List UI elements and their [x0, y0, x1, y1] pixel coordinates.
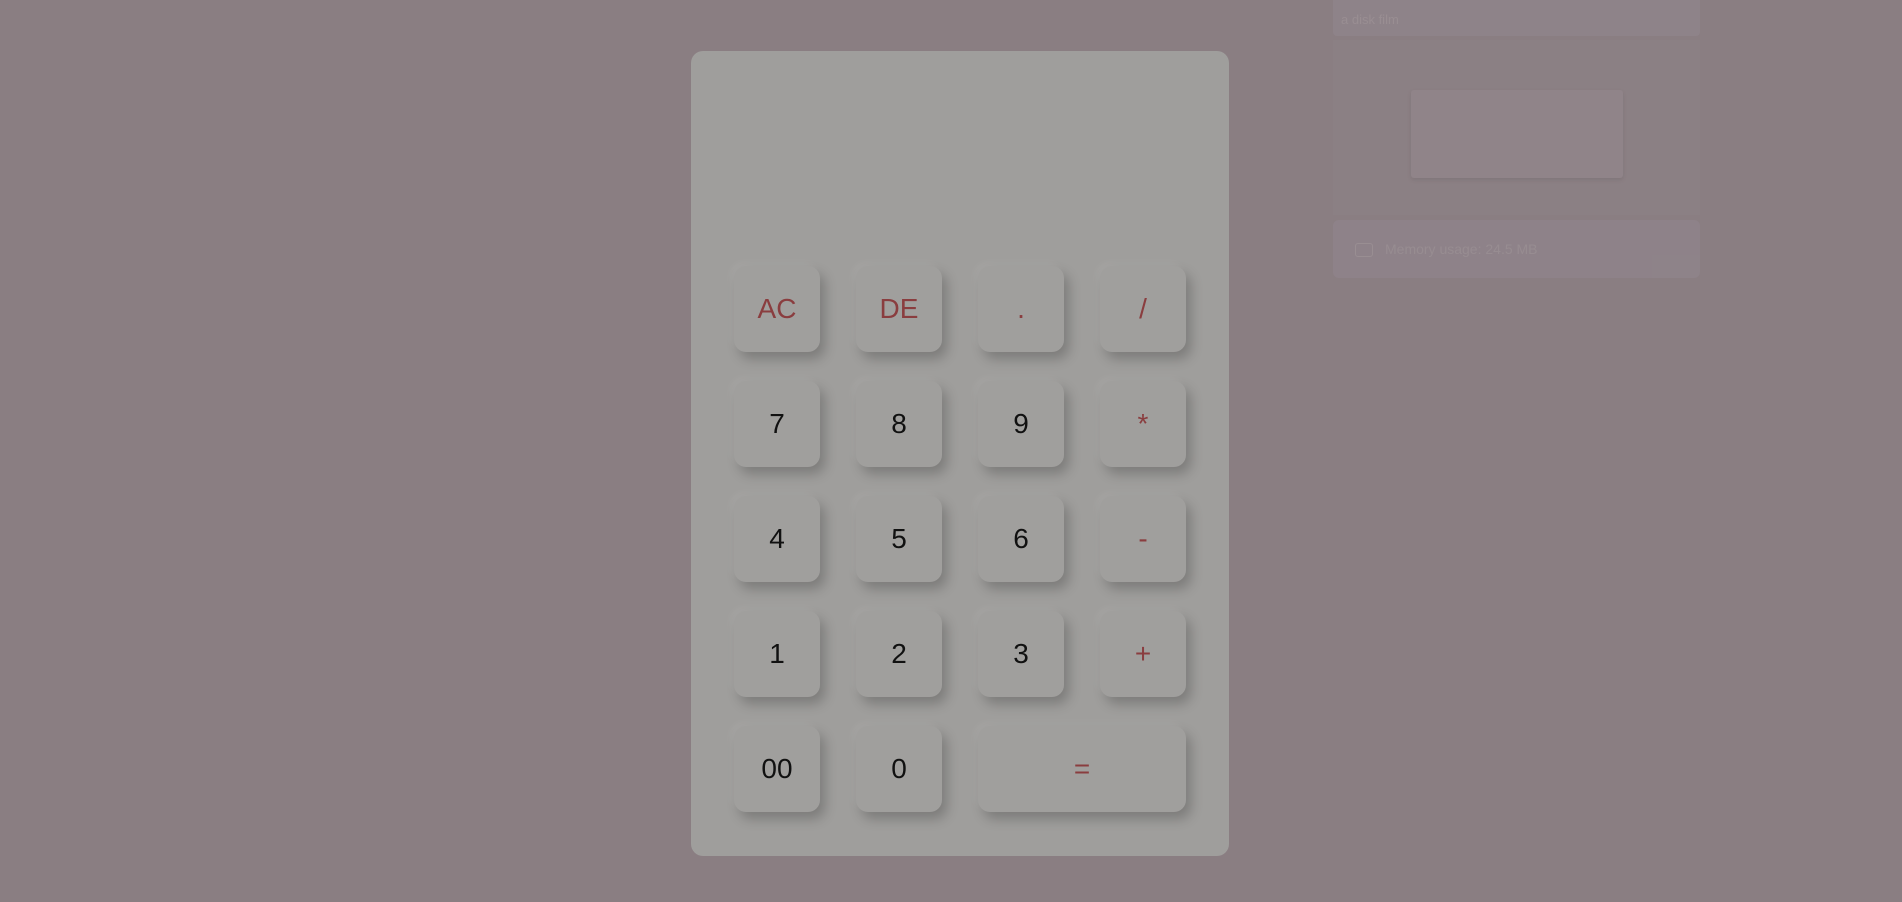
- subtract-button[interactable]: -: [1100, 496, 1186, 582]
- digit-5-button[interactable]: 5: [856, 496, 942, 582]
- equals-button[interactable]: =: [978, 726, 1186, 812]
- clear-all-button[interactable]: AC: [734, 266, 820, 352]
- digit-9-button[interactable]: 9: [978, 381, 1064, 467]
- memory-usage-text: Memory usage: 24.5 MB: [1385, 241, 1538, 257]
- background-panel-card: [1411, 90, 1623, 178]
- delete-button[interactable]: DE: [856, 266, 942, 352]
- background-panel-body: [1333, 40, 1700, 215]
- background-panel-header-text: a disk film: [1341, 12, 1399, 27]
- digit-0-button[interactable]: 0: [856, 726, 942, 812]
- decimal-button[interactable]: .: [978, 266, 1064, 352]
- digit-3-button[interactable]: 3: [978, 611, 1064, 697]
- multiply-button[interactable]: *: [1100, 381, 1186, 467]
- memory-icon: [1355, 243, 1373, 257]
- digit-2-button[interactable]: 2: [856, 611, 942, 697]
- digit-8-button[interactable]: 8: [856, 381, 942, 467]
- background-panel: a disk film Memory usage: 24.5 MB: [1333, 0, 1700, 280]
- add-button[interactable]: +: [1100, 611, 1186, 697]
- digit-7-button[interactable]: 7: [734, 381, 820, 467]
- double-zero-button[interactable]: 00: [734, 726, 820, 812]
- digit-1-button[interactable]: 1: [734, 611, 820, 697]
- background-panel-header: a disk film: [1333, 0, 1700, 36]
- calculator-display: [691, 51, 1229, 251]
- background-panel-footer: Memory usage: 24.5 MB: [1333, 220, 1700, 278]
- divide-button[interactable]: /: [1100, 266, 1186, 352]
- digit-4-button[interactable]: 4: [734, 496, 820, 582]
- page: a disk film Memory usage: 24.5 MB AC DE …: [0, 0, 1902, 902]
- digit-6-button[interactable]: 6: [978, 496, 1064, 582]
- calculator: AC DE . / 7 8 9 * 4 5 6 - 1 2 3 + 00 0 =: [691, 51, 1229, 856]
